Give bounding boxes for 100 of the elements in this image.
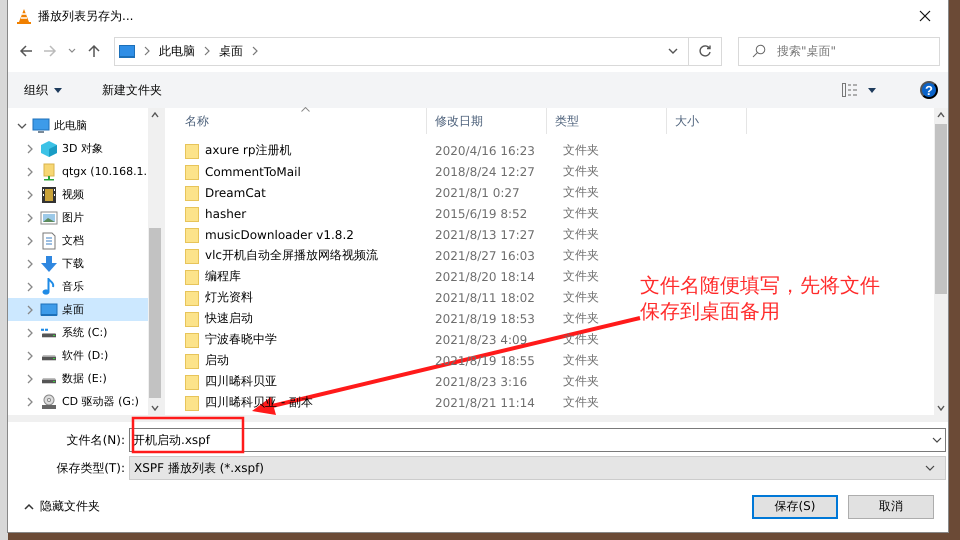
traffic-cone-icon — [16, 8, 32, 24]
download-arrow-icon — [40, 254, 58, 272]
chevron-up-icon — [151, 112, 159, 118]
desktop-icon — [40, 300, 58, 318]
chevron-right-icon — [203, 46, 211, 56]
file-type: 文件夹 — [562, 247, 600, 264]
field-label: 保存类型(T): — [55, 460, 126, 476]
chevron-down-icon — [151, 405, 159, 411]
file-row[interactable]: 四川晞科贝亚 2021/8/23 3:16 文件夹 — [165, 371, 643, 392]
folder-icon — [185, 394, 199, 410]
folder-icon — [185, 206, 199, 222]
picture-icon — [40, 208, 58, 226]
hide-folders-button[interactable]: 隐藏文件夹 — [20, 494, 104, 519]
new-folder-button[interactable]: 新建文件夹 — [96, 78, 168, 102]
scrollbar[interactable] — [148, 108, 162, 415]
chevron-up-icon — [937, 112, 945, 118]
save-button[interactable]: 保存(S) — [752, 494, 838, 518]
nav-item[interactable]: CD 驱动器 (G:) — [8, 390, 148, 413]
file-name: musicDownloader v1.8.2 — [205, 228, 354, 242]
scrollbar[interactable] — [934, 108, 948, 415]
annotation-text: 文件名随便填写，先将文件保存到桌面备用 — [640, 272, 881, 324]
window-title: 播放列表另存为... — [38, 8, 134, 24]
view-options-button[interactable] — [840, 81, 878, 99]
cancel-button[interactable]: 取消 — [848, 494, 934, 518]
disc-icon — [40, 392, 58, 410]
file-name: 快速启动 — [205, 310, 253, 327]
caret-down-icon — [54, 88, 62, 92]
nav-item[interactable]: 3D 对象 — [8, 137, 148, 160]
modified-date: 2021/8/1 0:27 — [434, 186, 521, 200]
modified-date: 2021/8/19 18:53 — [434, 312, 536, 326]
folder-icon — [185, 142, 199, 158]
file-row[interactable]: musicDownloader v1.8.2 2021/8/13 17:27 文件夹 — [165, 224, 643, 245]
folder-icon — [185, 290, 199, 306]
nav-item[interactable]: 文档 — [8, 229, 148, 252]
right-arrow-icon — [43, 44, 57, 58]
nav-item[interactable]: 此电脑 — [8, 114, 148, 137]
nav-item[interactable]: 图片 — [8, 206, 148, 229]
modified-date: 2018/8/24 12:27 — [434, 164, 536, 178]
sort-caret-icon — [301, 107, 310, 112]
file-row[interactable]: vlc开机自动全屏播放网络视频流 2021/8/27 16:03 文件夹 — [165, 245, 643, 266]
file-name: axure rp注册机 — [205, 142, 292, 159]
column-header[interactable]: 大小 — [667, 108, 747, 134]
modified-date: 2015/6/19 8:52 — [434, 206, 528, 220]
modified-date: 2021/8/23 4:09 — [434, 332, 528, 346]
file-name: DreamCat — [205, 186, 266, 200]
file-name: 编程库 — [205, 268, 241, 285]
modified-date: 2021/8/21 11:14 — [434, 396, 536, 410]
column-header[interactable]: 类型 — [547, 108, 667, 134]
organize-menu-button[interactable]: 组织 — [18, 78, 68, 102]
address-bar[interactable]: 此电脑 桌面 — [114, 36, 722, 66]
folder-icon — [185, 184, 199, 200]
file-type-dropdown[interactable]: XSPF 播放列表 (*.xspf) — [129, 456, 946, 480]
modified-date: 2021/8/11 18:02 — [434, 290, 536, 304]
file-type: 文件夹 — [562, 142, 600, 159]
help-button[interactable]: ? — [920, 81, 938, 99]
file-name: vlc开机自动全屏播放网络视频流 — [205, 247, 378, 264]
nav-item[interactable]: 下载 — [8, 252, 148, 275]
folder-icon — [185, 374, 199, 390]
nav-item[interactable]: 系统 (C:) — [8, 321, 148, 344]
refresh-icon — [698, 44, 712, 58]
file-name: 四川晞科贝亚 — [205, 373, 277, 390]
modified-date: 2021/8/13 17:27 — [434, 228, 536, 242]
field-label: 文件名(N): — [66, 432, 126, 448]
file-name: 灯光资料 — [205, 289, 253, 306]
chevron-down-icon — [925, 463, 935, 473]
folder-icon — [185, 248, 199, 264]
file-row[interactable]: CommentToMail 2018/8/24 12:27 文件夹 — [165, 161, 643, 182]
modified-date: 2021/8/23 3:16 — [434, 374, 528, 388]
nav-item[interactable]: 音乐 — [8, 275, 148, 298]
column-header[interactable]: 修改日期 — [427, 108, 547, 134]
file-row[interactable]: DreamCat 2021/8/1 0:27 文件夹 — [165, 182, 643, 203]
file-row[interactable]: axure rp注册机 2020/4/16 16:23 文件夹 — [165, 140, 643, 161]
file-name: hasher — [205, 206, 246, 220]
nav-item[interactable]: 数据 (E:) — [8, 367, 148, 390]
cube-icon — [40, 140, 58, 158]
file-type: 文件夹 — [562, 289, 600, 306]
nav-item[interactable]: 桌面 — [8, 298, 148, 321]
file-name: 宁波春晓中学 — [205, 331, 277, 348]
column-header[interactable]: 名称 — [165, 108, 427, 134]
filename-field[interactable]: 开机启动.xspf — [129, 428, 946, 452]
nav-item[interactable]: 视频 — [8, 183, 148, 206]
computer-icon — [32, 116, 50, 134]
file-type: 文件夹 — [562, 184, 600, 201]
chevron-down-icon — [932, 435, 942, 445]
nav-item[interactable]: 软件 (D:) — [8, 344, 148, 367]
modified-date: 2021/8/27 16:03 — [434, 248, 536, 262]
caret-down-icon — [868, 88, 876, 92]
file-type: 文件夹 — [562, 268, 600, 285]
nav-item[interactable]: qtgx (10.168.1. — [8, 160, 148, 183]
file-type: 文件夹 — [562, 352, 600, 369]
chevron-down-icon — [937, 405, 945, 411]
search-field[interactable]: 搜索"桌面" — [738, 36, 940, 66]
search-icon — [752, 44, 766, 58]
breadcrumb[interactable]: 此电脑 — [151, 42, 203, 60]
breadcrumb[interactable]: 桌面 — [211, 42, 251, 60]
file-row[interactable]: hasher 2015/6/19 8:52 文件夹 — [165, 203, 643, 224]
close-icon — [919, 10, 931, 22]
file-name: 启动 — [205, 352, 229, 369]
folder-icon — [185, 226, 199, 242]
chevron-up-icon — [24, 503, 34, 510]
